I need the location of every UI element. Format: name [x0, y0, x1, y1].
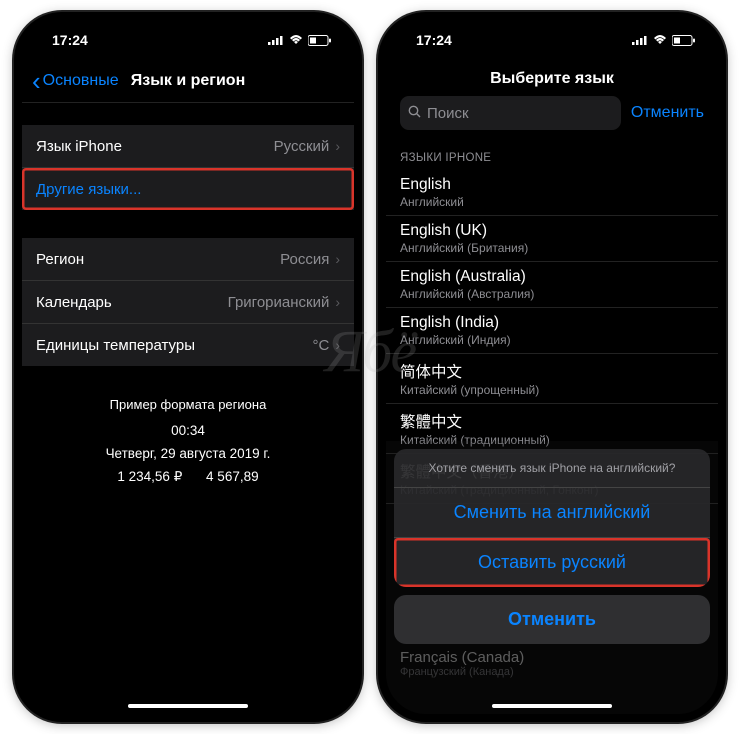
page-title: Выберите язык [386, 60, 718, 96]
row-label: Язык iPhone [36, 138, 274, 155]
wifi-icon [289, 35, 303, 45]
change-language-button[interactable]: Сменить на английский [394, 488, 710, 538]
status-time: 17:24 [52, 32, 88, 48]
row-label: Единицы температуры [36, 337, 312, 354]
row-value: °C [312, 337, 329, 354]
row-temperature[interactable]: Единицы температуры °C › [22, 324, 354, 366]
search-placeholder: Поиск [427, 105, 469, 122]
region-format-example: Пример формата региона 00:34 Четверг, 29… [22, 394, 354, 489]
language-row[interactable]: English (India) Английский (Индия) [386, 308, 718, 354]
cancel-search-button[interactable]: Отменить [631, 104, 704, 122]
keep-language-button[interactable]: Оставить русский [394, 538, 710, 587]
row-value: Григорианский [228, 294, 330, 311]
status-bar: 17:24 [386, 20, 718, 60]
row-region[interactable]: Регион Россия › [22, 238, 354, 281]
language-row-behind-sheet: Français (Canada) Французский (Канада) [386, 645, 718, 682]
status-time: 17:24 [416, 32, 452, 48]
row-calendar[interactable]: Календарь Григорианский › [22, 281, 354, 324]
home-indicator[interactable] [128, 704, 248, 708]
wifi-icon [653, 35, 667, 45]
signal-icon [268, 35, 284, 45]
language-row[interactable]: English (UK) Английский (Британия) [386, 216, 718, 262]
battery-icon [308, 35, 332, 46]
phone-right: 17:24 Выберите язык [378, 12, 726, 722]
status-bar: 17:24 [22, 20, 354, 60]
language-row[interactable]: English (Australia) Английский (Австрали… [386, 262, 718, 308]
row-value: Русский [274, 138, 330, 155]
row-other-languages[interactable]: Другие языки... [22, 168, 354, 210]
sheet-prompt: Хотите сменить язык iPhone на английский… [394, 449, 710, 488]
language-row[interactable]: English Английский [386, 170, 718, 216]
home-indicator[interactable] [492, 704, 612, 708]
nav-bar: Основные Язык и регион [22, 60, 354, 103]
language-row[interactable]: 简体中文 Китайский (упрощенный) [386, 354, 718, 404]
row-label: Регион [36, 251, 280, 268]
section-header: ЯЗЫКИ IPHONE [386, 138, 718, 170]
search-input[interactable]: Поиск [400, 96, 621, 130]
chevron-right-icon: › [335, 294, 340, 310]
chevron-right-icon: › [335, 337, 340, 353]
search-icon [408, 105, 421, 121]
phone-left: 17:24 Основные Язык и регион [14, 12, 362, 722]
chevron-right-icon: › [335, 251, 340, 267]
back-button[interactable]: Основные [32, 68, 119, 94]
row-label: Другие языки... [36, 181, 340, 198]
battery-icon [672, 35, 696, 46]
signal-icon [632, 35, 648, 45]
chevron-right-icon: › [335, 138, 340, 154]
row-value: Россия [280, 251, 329, 268]
row-iphone-language[interactable]: Язык iPhone Русский › [22, 125, 354, 168]
sheet-cancel-button[interactable]: Отменить [394, 595, 710, 644]
row-label: Календарь [36, 294, 228, 311]
